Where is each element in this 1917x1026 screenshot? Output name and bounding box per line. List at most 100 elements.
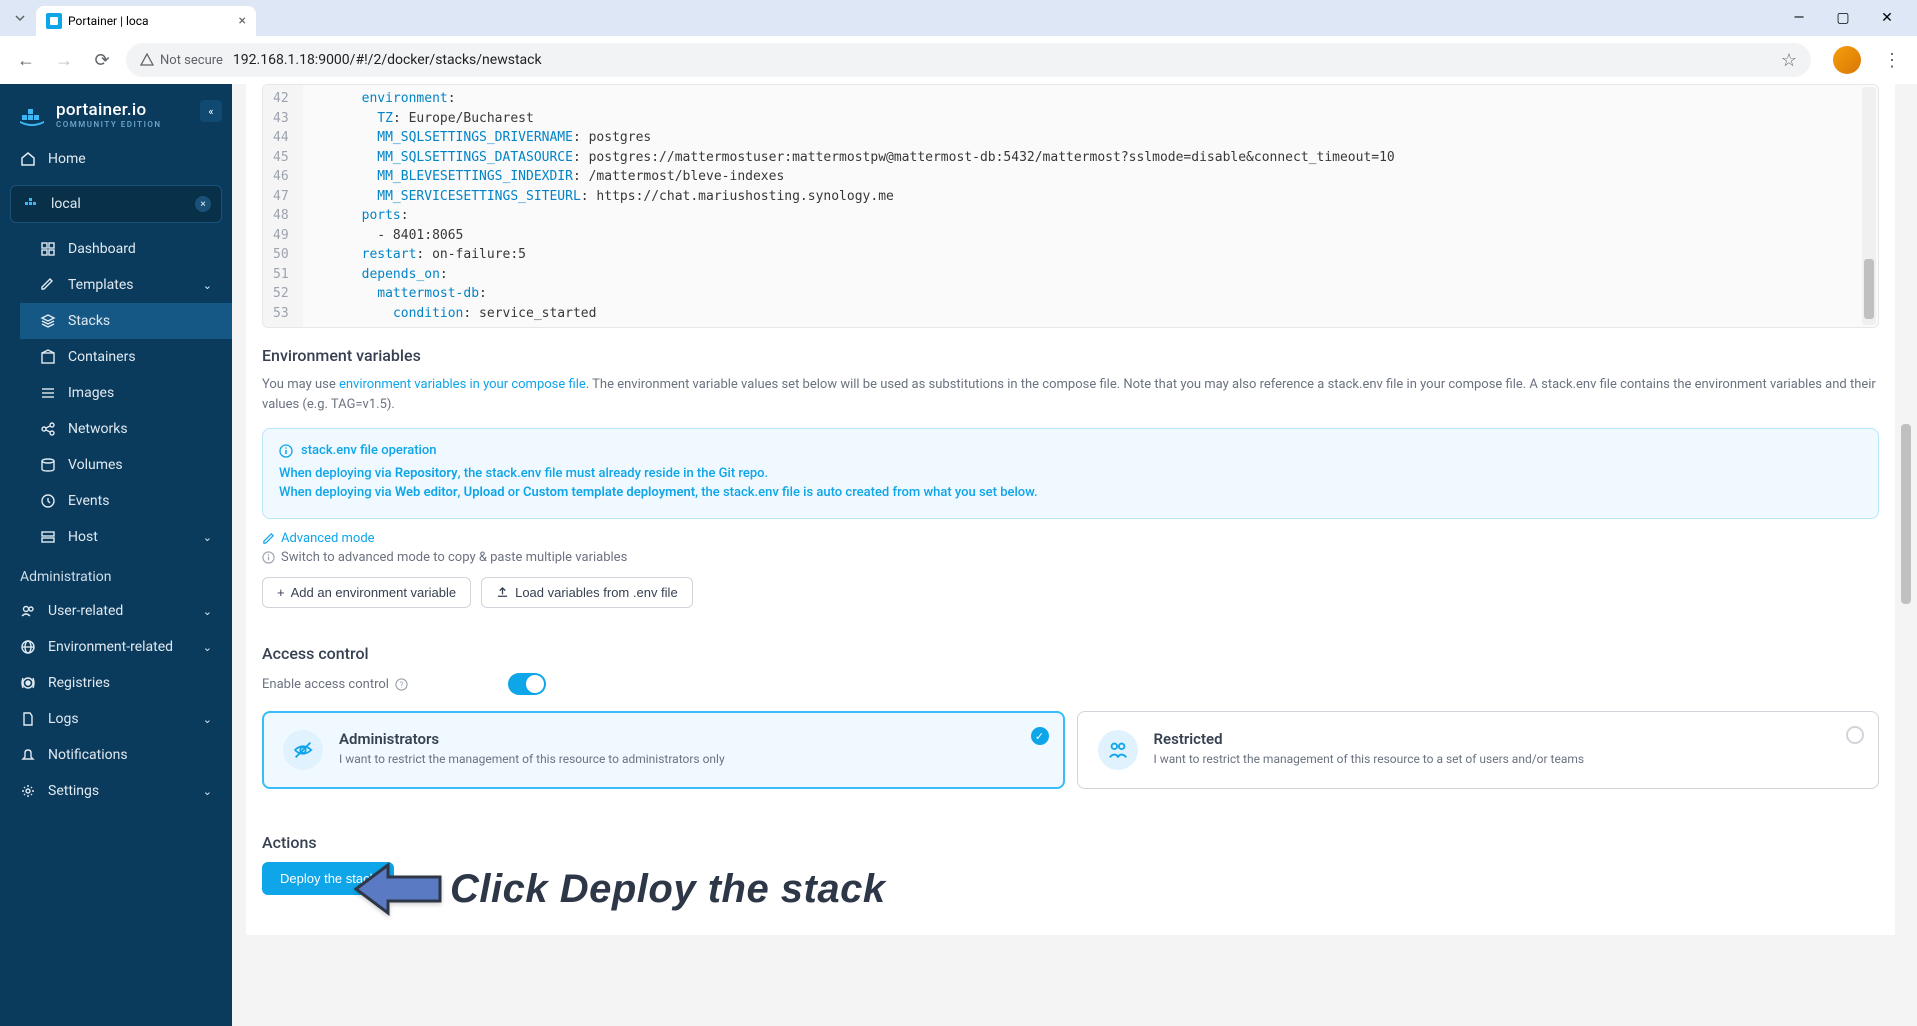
globe-icon <box>20 639 36 655</box>
database-icon <box>40 457 56 473</box>
annotation-text: Click Deploy the stack <box>450 867 886 912</box>
reload-button[interactable]: ⟳ <box>88 46 116 74</box>
repository-link[interactable]: Repository <box>395 466 458 481</box>
close-env-icon[interactable]: × <box>195 196 211 212</box>
server-icon <box>40 529 56 545</box>
tab-search-dropdown[interactable] <box>8 6 32 30</box>
advanced-mode-link[interactable]: Advanced mode <box>262 531 1879 546</box>
browser-menu-icon[interactable]: ⋮ <box>1883 50 1901 71</box>
admin-section-label: Administration <box>0 555 232 593</box>
back-button[interactable]: ← <box>12 46 40 74</box>
card-restrict-title: Restricted <box>1154 730 1585 748</box>
chevron-down-icon: ⌄ <box>203 641 212 654</box>
access-section-title: Access control <box>262 644 1879 663</box>
nav-notifications[interactable]: Notifications <box>0 737 232 773</box>
url-input[interactable]: Not secure 192.168.1.18:9000/#!/2/docker… <box>126 43 1811 77</box>
env-help-text: You may use environment variables in you… <box>262 375 1879 414</box>
nav-registries[interactable]: Registries <box>0 665 232 701</box>
chevron-down-icon: ⌄ <box>203 279 212 292</box>
nav-templates[interactable]: Templates⌄ <box>20 267 232 303</box>
env-variables-section: Environment variables You may use enviro… <box>246 346 1895 644</box>
upload-link[interactable]: Upload <box>464 485 505 500</box>
nav-settings[interactable]: Settings⌄ <box>0 773 232 809</box>
chevron-down-icon: ⌄ <box>203 713 212 726</box>
main-content: 424344454647484950515253 environment: TZ… <box>232 84 1917 1026</box>
web-editor-link[interactable]: Web editor <box>395 485 458 500</box>
add-env-var-button[interactable]: + Add an environment variable <box>262 577 471 608</box>
access-card-administrators[interactable]: Administrators I want to restrict the ma… <box>262 711 1065 789</box>
nav-dashboard[interactable]: Dashboard <box>20 231 232 267</box>
upload-icon <box>496 586 509 599</box>
chevron-down-icon: ⌄ <box>203 785 212 798</box>
users-icon <box>20 603 36 619</box>
edit-icon <box>262 532 275 545</box>
nav-user-related[interactable]: User-related⌄ <box>0 593 232 629</box>
tab-close-icon[interactable]: × <box>239 13 246 29</box>
window-maximize-icon[interactable]: ▢ <box>1829 4 1857 32</box>
tab-bar: Portainer | loca × — ▢ ✕ <box>0 0 1917 36</box>
nav-logs[interactable]: Logs⌄ <box>0 701 232 737</box>
stackenv-info-box: stack.env file operation When deploying … <box>262 428 1879 519</box>
nav-stacks[interactable]: Stacks <box>20 303 232 339</box>
help-icon[interactable]: ? <box>395 678 408 691</box>
actions-title: Actions <box>262 833 1879 852</box>
sidebar-header: portainer.io COMMUNITY EDITION « <box>0 84 232 141</box>
window-controls: — ▢ ✕ <box>1785 4 1917 32</box>
file-icon <box>20 711 36 727</box>
browser-chrome: Portainer | loca × — ▢ ✕ ← → ⟳ Not secur… <box>0 0 1917 84</box>
nav-networks[interactable]: Networks <box>20 411 232 447</box>
nav-volumes[interactable]: Volumes <box>20 447 232 483</box>
nav-containers[interactable]: Containers <box>20 339 232 375</box>
edit-icon <box>40 277 56 293</box>
info-icon <box>279 444 293 458</box>
radio-icon <box>20 675 36 691</box>
access-card-restricted[interactable]: Restricted I want to restrict the manage… <box>1077 711 1880 789</box>
dashboard-icon <box>40 241 56 257</box>
nav-home[interactable]: Home <box>0 141 232 177</box>
load-env-file-button[interactable]: Load variables from .env file <box>481 577 693 608</box>
users-icon <box>1098 730 1138 770</box>
chevron-down-icon: ⌄ <box>203 531 212 544</box>
security-indicator[interactable]: Not secure <box>140 53 223 68</box>
bookmark-star-icon[interactable]: ☆ <box>1781 50 1797 71</box>
tutorial-annotation: Click Deploy the stack <box>354 857 886 921</box>
portainer-favicon-icon <box>46 13 62 29</box>
card-admin-desc: I want to restrict the management of thi… <box>339 752 725 766</box>
sidebar: portainer.io COMMUNITY EDITION « Home lo… <box>0 84 232 1026</box>
portainer-logo-icon <box>18 101 46 129</box>
window-close-icon[interactable]: ✕ <box>1873 4 1901 32</box>
address-bar: ← → ⟳ Not secure 192.168.1.18:9000/#!/2/… <box>0 36 1917 84</box>
layers-icon <box>40 313 56 329</box>
main-scrollbar[interactable] <box>1899 84 1913 1026</box>
list-icon <box>40 385 56 401</box>
editor-gutter: 424344454647484950515253 <box>263 85 303 327</box>
window-minimize-icon[interactable]: — <box>1785 4 1813 32</box>
eye-off-icon <box>283 730 323 770</box>
svg-text:?: ? <box>399 680 403 690</box>
env-section-title: Environment variables <box>262 346 1879 365</box>
nav-host[interactable]: Host⌄ <box>20 519 232 555</box>
tab-title: Portainer | loca <box>68 14 149 28</box>
nav-environment-local[interactable]: local × <box>10 185 222 223</box>
nav-images[interactable]: Images <box>20 375 232 411</box>
nav-events[interactable]: Events <box>20 483 232 519</box>
editor-scrollbar[interactable] <box>1862 87 1876 325</box>
env-compose-link[interactable]: environment variables in your compose fi… <box>339 377 586 392</box>
access-control-toggle[interactable] <box>508 673 546 695</box>
custom-template-link[interactable]: Custom template deployment <box>523 485 695 500</box>
profile-avatar[interactable] <box>1833 46 1861 74</box>
access-control-section: Access control Enable access control ? <box>246 644 1895 833</box>
hint-info-icon <box>262 551 275 564</box>
editor-code[interactable]: environment: TZ: Europe/Bucharest MM_SQL… <box>303 85 1878 327</box>
deploy-stack-button[interactable]: Deploy the stack <box>262 862 394 895</box>
code-editor[interactable]: 424344454647484950515253 environment: TZ… <box>262 84 1879 328</box>
forward-button[interactable]: → <box>50 46 78 74</box>
radio-unchecked-icon <box>1846 726 1864 744</box>
check-icon: ✓ <box>1031 727 1049 745</box>
info-box-title: stack.env file operation <box>279 443 1862 458</box>
clock-icon <box>40 493 56 509</box>
nav-environment-related[interactable]: Environment-related⌄ <box>0 629 232 665</box>
share-icon <box>40 421 56 437</box>
sidebar-collapse-button[interactable]: « <box>200 100 222 122</box>
browser-tab[interactable]: Portainer | loca × <box>36 6 256 36</box>
